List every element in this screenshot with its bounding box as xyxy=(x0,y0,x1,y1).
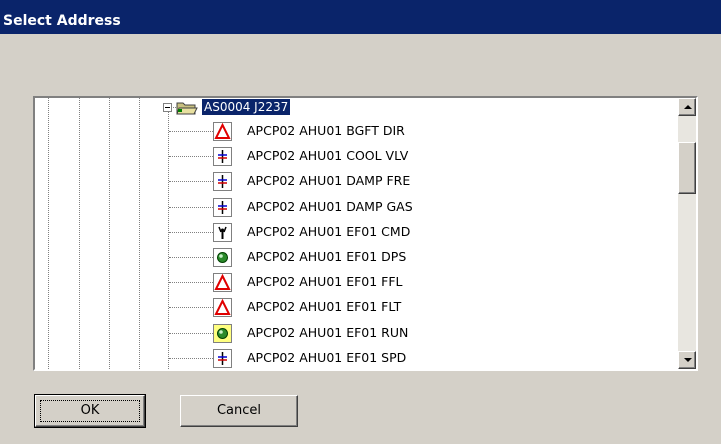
tree-node-item[interactable]: APCP02 AHU01 EF01 RUN xyxy=(213,323,653,344)
digital-input-icon xyxy=(213,323,232,343)
tree-node-label: APCP02 AHU01 DAMP GAS xyxy=(247,198,413,214)
open-folder-icon xyxy=(176,102,198,115)
tree-connector xyxy=(169,257,213,258)
tree-node-label: APCP02 AHU01 EF01 FFL xyxy=(247,274,403,290)
tree-connector xyxy=(169,131,213,132)
vertical-scrollbar[interactable] xyxy=(678,98,696,369)
tree-node-label: APCP02 AHU01 EF01 DPS xyxy=(247,249,407,264)
alarm-triangle-icon xyxy=(213,122,232,141)
tree-node-label: APCP02 AHU01 EF01 RUN xyxy=(247,324,409,340)
title-bar: Select Address xyxy=(0,0,721,36)
tree-node-label: APCP02 AHU01 DAMP FRE xyxy=(247,173,411,189)
analog-output-icon xyxy=(213,147,232,167)
alarm-triangle-icon xyxy=(213,273,232,293)
tree-node-item[interactable]: APCP02 AHU01 COOL VLV xyxy=(213,146,653,167)
alarm-triangle-icon xyxy=(213,298,232,318)
tree-connector xyxy=(169,332,213,334)
analog-output-icon xyxy=(213,172,232,192)
tree-node-label: APCP02 AHU01 BGFT DIR xyxy=(247,123,405,138)
tree-node-item[interactable]: APCP02 AHU01 DAMP FRE xyxy=(213,171,653,192)
tree-node-label: APCP02 AHU01 EF01 CMD xyxy=(247,223,411,239)
tree-guide-line xyxy=(79,98,80,369)
tree-node-label: APCP02 AHU01 COOL VLV xyxy=(247,148,409,164)
tree-connector xyxy=(169,206,213,208)
address-tree[interactable]: AS0004 J2237 APCP02 AHU01 BGFT DIR APCP02… xyxy=(33,96,698,371)
tree-connector xyxy=(169,282,213,284)
tree-node-item[interactable]: APCP02 AHU01 EF01 DPS xyxy=(213,247,653,268)
collapse-icon[interactable] xyxy=(163,103,172,112)
tree-guide-line xyxy=(109,98,110,369)
tree-node-label: APCP02 AHU01 EF01 FLT xyxy=(247,299,402,315)
tree-node-item[interactable]: APCP02 AHU01 DAMP GAS xyxy=(213,197,653,218)
scroll-down-button[interactable] xyxy=(678,351,696,369)
tree-node-root-label: AS0004 J2237 xyxy=(202,99,291,115)
digital-output-icon xyxy=(213,222,232,242)
scroll-thumb[interactable] xyxy=(678,142,696,194)
analog-output-icon xyxy=(213,197,232,217)
tree-node-item[interactable]: APCP02 AHU01 EF01 SPD xyxy=(213,348,653,369)
tree-connector xyxy=(169,307,213,309)
tree-connector xyxy=(169,181,213,183)
tree-guide-line xyxy=(139,98,140,369)
tree-node-item[interactable]: APCP02 AHU01 EF01 CMD xyxy=(213,222,653,243)
focus-ring xyxy=(40,400,140,422)
scroll-up-button[interactable] xyxy=(678,98,696,116)
tree-guide-line xyxy=(168,112,169,369)
tree-content: AS0004 J2237 APCP02 AHU01 BGFT DIR APCP02… xyxy=(35,98,676,369)
tree-node-item[interactable]: APCP02 AHU01 EF01 FFL xyxy=(213,272,653,293)
cancel-button-label: Cancel xyxy=(216,403,262,418)
tree-guide-line xyxy=(48,98,49,369)
chevron-down-icon xyxy=(684,358,692,362)
tree-connector xyxy=(169,156,213,158)
ok-button[interactable]: OK xyxy=(34,394,146,428)
analog-output-icon xyxy=(213,348,232,368)
cancel-button[interactable]: Cancel xyxy=(180,395,298,427)
window-title: Select Address xyxy=(3,13,121,29)
tree-connector xyxy=(169,231,213,233)
tree-node-item[interactable]: APCP02 AHU01 BGFT DIR xyxy=(213,121,653,142)
tree-node-item[interactable]: APCP02 AHU01 EF01 FLT xyxy=(213,297,653,318)
tree-node-label: APCP02 AHU01 EF01 SPD xyxy=(247,349,407,365)
chevron-up-icon xyxy=(684,105,692,109)
tree-connector xyxy=(169,357,213,359)
digital-input-icon xyxy=(213,248,232,267)
